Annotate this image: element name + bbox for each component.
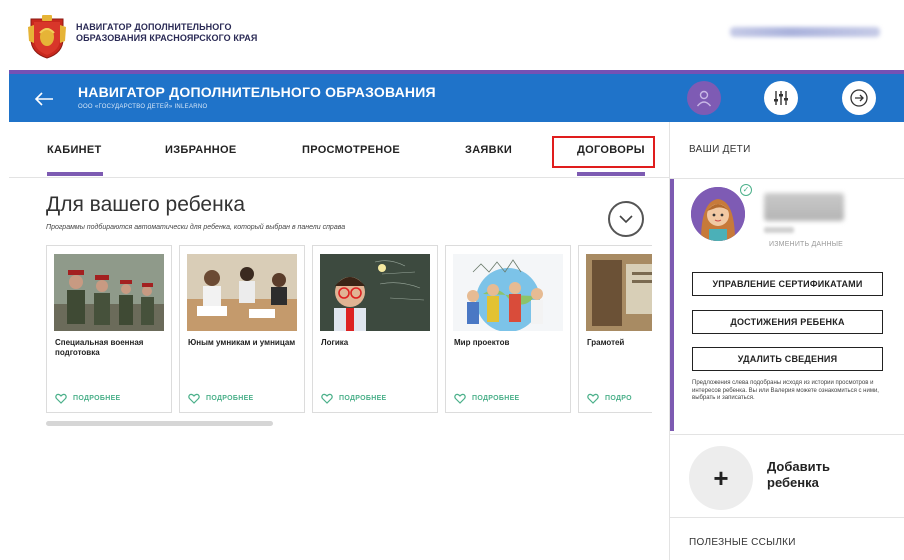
program-title[interactable]: Специальная военная подготовка bbox=[55, 338, 170, 358]
chevron-down-icon bbox=[619, 215, 633, 224]
program-image-logic bbox=[320, 254, 430, 331]
details-label[interactable]: ПОДРО bbox=[605, 395, 632, 402]
heart-icon[interactable] bbox=[454, 393, 466, 404]
details-label[interactable]: ПОДРОБНЕЕ bbox=[472, 395, 520, 402]
navbar-subtitle: ООО «ГОСУДАРСТВО ДЕТЕЙ» INLEARNO bbox=[78, 104, 208, 110]
back-arrow-icon[interactable] bbox=[33, 89, 55, 109]
org-name-line2: ОБРАЗОВАНИЯ КРАСНОЯРСКОГО КРАЯ bbox=[76, 33, 258, 43]
heart-icon[interactable] bbox=[587, 393, 599, 404]
heart-icon[interactable] bbox=[55, 393, 67, 404]
tab-cabinet[interactable]: КАБИНЕТ bbox=[47, 144, 102, 156]
manage-certificates-button[interactable]: УПРАВЛЕНИЕ СЕРТИФИКАТАМИ bbox=[692, 272, 883, 296]
active-tab-indicator bbox=[47, 172, 103, 176]
tab-applications[interactable]: ЗАЯВКИ bbox=[465, 144, 512, 156]
useful-links-heading: ПОЛЕЗНЫЕ ССЫЛКИ bbox=[689, 537, 796, 548]
children-sidebar: ВАШИ ДЕТИ ✓ ИЗМЕНИТЬ ДАННЫЕ УПРАВЛЕНИЕ С… bbox=[669, 122, 904, 560]
recommendations-note: Программы подбираются автоматически для … bbox=[46, 224, 346, 231]
recommendations-info-text: Предложения слева подобраны исходя из ис… bbox=[692, 380, 879, 401]
add-child-label-line2[interactable]: ребенка bbox=[767, 475, 857, 491]
logout-icon bbox=[850, 89, 868, 107]
selected-check-icon: ✓ bbox=[740, 184, 752, 196]
child-age-blurred bbox=[764, 227, 794, 233]
tab-viewed[interactable]: ПРОСМОТРЕНОЕ bbox=[302, 144, 400, 156]
program-details-link[interactable]: ПОДРОБНЕЕ bbox=[55, 393, 121, 404]
org-name: НАВИГАТОР ДОПОЛНИТЕЛЬНОГО ОБРАЗОВАНИЯ КР… bbox=[76, 22, 257, 44]
site-header: НАВИГАТОР ДОПОЛНИТЕЛЬНОГО ОБРАЗОВАНИЯ КР… bbox=[0, 0, 904, 70]
program-image-kids-classroom bbox=[187, 254, 297, 331]
program-title[interactable]: Мир проектов bbox=[454, 338, 569, 348]
collapse-button[interactable] bbox=[608, 201, 644, 237]
contracts-tab-highlight-frame bbox=[552, 136, 655, 168]
add-child-label-line1[interactable]: Добавить bbox=[767, 459, 857, 475]
plus-icon: + bbox=[713, 462, 729, 493]
tab-favorites[interactable]: ИЗБРАННОЕ bbox=[165, 144, 237, 156]
program-details-link[interactable]: ПОДРОБНЕЕ bbox=[454, 393, 520, 404]
program-card[interactable]: Мир проектов ПОДРОБНЕЕ bbox=[445, 245, 571, 413]
child-avatar[interactable] bbox=[691, 187, 745, 241]
program-carousel[interactable]: Специальная военная подготовка ПОДРОБНЕЕ… bbox=[46, 245, 652, 413]
details-label[interactable]: ПОДРОБНЕЕ bbox=[206, 395, 254, 402]
main-navbar: НАВИГАТОР ДОПОЛНИТЕЛЬНОГО ОБРАЗОВАНИЯ ОО… bbox=[9, 70, 904, 122]
divider bbox=[670, 517, 904, 518]
heart-icon[interactable] bbox=[321, 393, 333, 404]
program-title[interactable]: Юным умникам и умницам bbox=[188, 338, 303, 348]
heart-icon[interactable] bbox=[188, 393, 200, 404]
program-details-link[interactable]: ПОДРО bbox=[587, 393, 632, 404]
program-details-link[interactable]: ПОДРОБНЕЕ bbox=[321, 393, 387, 404]
delete-data-button[interactable]: УДАЛИТЬ СВЕДЕНИЯ bbox=[692, 347, 883, 371]
sliders-icon bbox=[774, 91, 788, 105]
details-label[interactable]: ПОДРОБНЕЕ bbox=[339, 395, 387, 402]
cabinet-tabs: КАБИНЕТ ИЗБРАННОЕ ПРОСМОТРЕНОЕ ЗАЯВКИ ДО… bbox=[9, 122, 669, 178]
org-name-line1: НАВИГАТОР ДОПОЛНИТЕЛЬНОГО bbox=[76, 22, 232, 32]
divider bbox=[670, 434, 904, 435]
children-heading: ВАШИ ДЕТИ bbox=[689, 144, 751, 155]
child-panel: ✓ ИЗМЕНИТЬ ДАННЫЕ УПРАВЛЕНИЕ СЕРТИФИКАТА… bbox=[670, 179, 892, 431]
program-title[interactable]: Грамотей bbox=[587, 338, 652, 348]
program-image-literacy bbox=[586, 254, 652, 331]
program-card[interactable]: Юным умникам и умницам ПОДРОБНЕЕ bbox=[179, 245, 305, 413]
recommendations-title: Для вашего ребенка bbox=[46, 193, 246, 216]
user-name-link[interactable] bbox=[730, 27, 880, 37]
krasnoyarsk-coat-of-arms-icon[interactable] bbox=[26, 13, 68, 59]
program-card[interactable]: Логика ПОДРОБНЕЕ bbox=[312, 245, 438, 413]
add-child-button[interactable]: + bbox=[689, 446, 753, 510]
program-card[interactable]: Специальная военная подготовка ПОДРОБНЕЕ bbox=[46, 245, 172, 413]
details-label[interactable]: ПОДРОБНЕЕ bbox=[73, 395, 121, 402]
settings-filter-button[interactable] bbox=[764, 81, 798, 115]
add-child-label[interactable]: Добавить ребенка bbox=[767, 459, 857, 491]
child-name-blurred bbox=[764, 193, 844, 221]
edit-data-link[interactable]: ИЗМЕНИТЬ ДАННЫЕ bbox=[769, 241, 843, 248]
carousel-scrollbar[interactable] bbox=[46, 421, 273, 426]
program-card[interactable]: Грамотей ПОДРО bbox=[578, 245, 652, 413]
navbar-title: НАВИГАТОР ДОПОЛНИТЕЛЬНОГО ОБРАЗОВАНИЯ bbox=[78, 84, 436, 100]
child-achievements-button[interactable]: ДОСТИЖЕНИЯ РЕБЕНКА bbox=[692, 310, 883, 334]
program-details-link[interactable]: ПОДРОБНЕЕ bbox=[188, 393, 254, 404]
program-title[interactable]: Логика bbox=[321, 338, 436, 348]
logout-button[interactable] bbox=[842, 81, 876, 115]
user-icon bbox=[696, 90, 712, 107]
program-image-projects bbox=[453, 254, 563, 331]
program-image-military bbox=[54, 254, 164, 331]
profile-button[interactable] bbox=[687, 81, 721, 115]
contracts-tab-indicator bbox=[577, 172, 645, 176]
